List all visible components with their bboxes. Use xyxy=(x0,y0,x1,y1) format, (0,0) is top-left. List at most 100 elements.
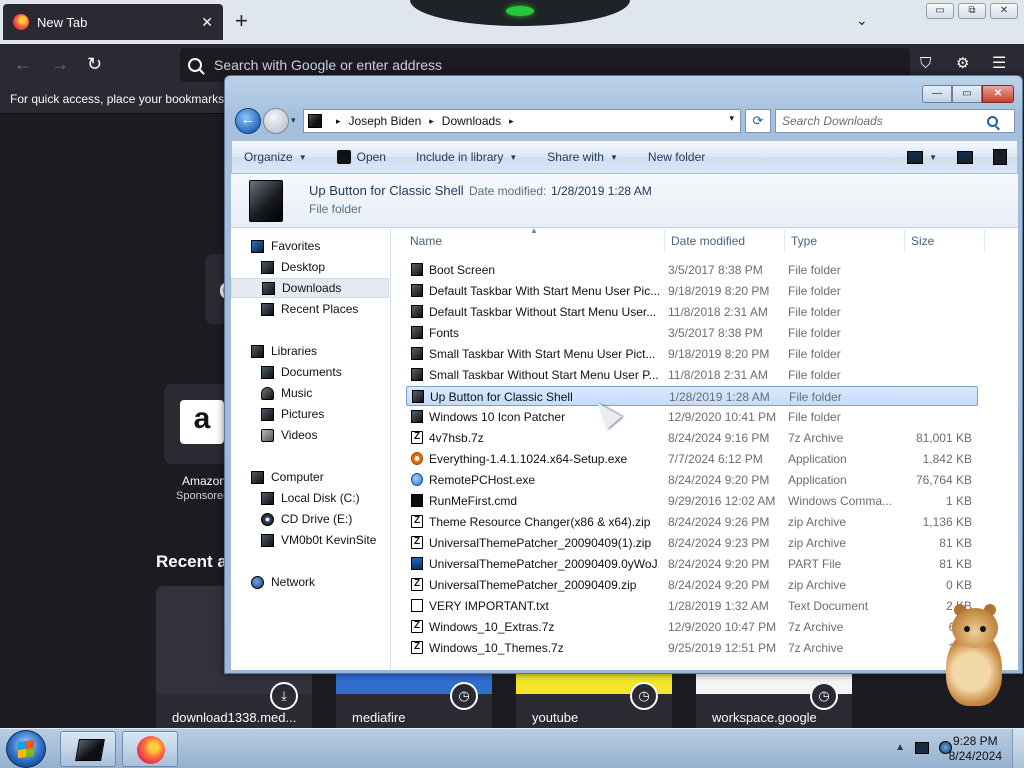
file-row[interactable]: Fonts 3/5/2017 8:38 PM File folder xyxy=(406,323,978,343)
column-divider[interactable] xyxy=(984,230,985,252)
file-row[interactable]: Default Taskbar Without Start Menu User.… xyxy=(406,302,978,322)
file-row[interactable]: Everything-1.4.1.1024.x64-Setup.exe 7/7/2… xyxy=(406,449,978,469)
breadcrumb-separator[interactable]: ▸ xyxy=(509,116,514,127)
maximize-button[interactable]: ▭ xyxy=(952,85,982,103)
file-row[interactable]: RemotePCHost.exe 8/24/2024 9:20 PM Applica… xyxy=(406,470,978,490)
address-dropdown-icon[interactable]: ▾ xyxy=(729,113,734,124)
date-modified-label: Date modified: xyxy=(469,184,547,198)
file-date: 12/9/2020 10:47 PM xyxy=(668,620,777,634)
date-modified-value: 1/28/2019 1:28 AM xyxy=(551,184,652,198)
nav-item-local-disk-c[interactable]: Local Disk (C:) xyxy=(231,488,389,508)
new-tab-button[interactable]: + xyxy=(235,10,248,32)
open-button[interactable]: Open xyxy=(336,150,386,164)
nav-item-downloads[interactable]: Downloads xyxy=(231,278,389,298)
nav-item-cd-drive-e[interactable]: CD Drive (E:) xyxy=(231,509,389,529)
nav-item-vm0b0t-kevinsite[interactable]: VM0b0t KevinSite xyxy=(231,530,389,550)
include-in-library-button[interactable]: Include in library ▼ xyxy=(416,150,517,164)
organize-button[interactable]: Organize ▼ xyxy=(244,150,307,164)
taskbar-firefox-button[interactable] xyxy=(122,731,178,767)
taskbar-explorer-button[interactable] xyxy=(60,731,116,767)
breadcrumb-separator[interactable]: ▸ xyxy=(429,116,434,127)
search-icon[interactable] xyxy=(987,115,998,127)
nav-item-computer[interactable]: Computer xyxy=(231,467,389,487)
file-row[interactable]: 4v7hsb.7z 8/24/2024 9:16 PM 7z Archive 81,0… xyxy=(406,428,978,448)
breadcrumb-downloads[interactable]: Downloads xyxy=(442,114,501,128)
preview-pane-icon[interactable] xyxy=(957,150,973,164)
file-row[interactable]: Windows_10_Themes.7z 9/25/2019 12:51 PM 7z… xyxy=(406,638,978,658)
theme-alien-decoration xyxy=(410,0,630,26)
nav-item-music[interactable]: Music xyxy=(231,383,389,403)
file-date: 9/29/2016 12:02 AM xyxy=(668,494,776,508)
file-row[interactable]: Small Taskbar Without Start Menu User P.… xyxy=(406,365,978,385)
nav-item-documents[interactable]: Documents xyxy=(231,362,389,382)
forward-button[interactable] xyxy=(263,108,289,134)
nav-item-libraries[interactable]: Libraries xyxy=(231,341,389,361)
extensions-icon[interactable]: ⚙ xyxy=(956,54,969,74)
minimize-button[interactable]: — xyxy=(922,85,952,103)
tab-close-icon[interactable]: ✕ xyxy=(201,14,213,31)
file-row[interactable]: Windows_10_Extras.7z 12/9/2020 10:47 PM 7z… xyxy=(406,617,978,637)
nav-item-desktop[interactable]: Desktop xyxy=(231,257,389,277)
recent-pages-chevron-icon[interactable]: ▾ xyxy=(291,115,296,126)
list-all-tabs-button[interactable]: ⌄ xyxy=(856,12,868,29)
file-row[interactable]: Boot Screen 3/5/2017 8:38 PM File folder xyxy=(406,260,978,280)
change-view-icon[interactable] xyxy=(907,150,924,164)
search-input[interactable] xyxy=(782,114,987,128)
nav-item-recent-places[interactable]: Recent Places xyxy=(231,299,389,319)
file-row[interactable]: Theme Resource Changer(x86 & x64).zip 8/2… xyxy=(406,512,978,532)
refresh-button[interactable]: ⟳ xyxy=(745,109,771,133)
help-icon[interactable] xyxy=(993,149,1007,165)
nav-item-pictures[interactable]: Pictures xyxy=(231,404,389,424)
taskbar-clock[interactable]: 9:28 PM 8/24/2024 xyxy=(949,734,1002,764)
minimize-button[interactable]: ▭ xyxy=(926,3,954,19)
column-divider[interactable] xyxy=(904,230,905,252)
action-center-icon[interactable] xyxy=(915,741,929,754)
url-input[interactable] xyxy=(214,57,814,73)
file-name: Windows 10 Icon Patcher xyxy=(429,410,566,424)
hamster-head xyxy=(952,608,998,648)
nav-item-videos[interactable]: Videos xyxy=(231,425,389,445)
restore-button[interactable]: ⧉ xyxy=(958,3,986,19)
file-row[interactable]: Small Taskbar With Start Menu User Pict.… xyxy=(406,344,978,364)
file-type: PART File xyxy=(788,557,842,571)
view-dropdown-arrow-icon[interactable]: ▼ xyxy=(929,153,937,162)
file-row[interactable]: Default Taskbar With Start Menu User Pic… xyxy=(406,281,978,301)
show-desktop-button[interactable] xyxy=(1012,729,1024,768)
file-row[interactable]: UniversalThemePatcher_20090409.zip 8/24/2… xyxy=(406,575,978,595)
file-row[interactable]: RunMeFirst.cmd 9/29/2016 12:02 AM Windows … xyxy=(406,491,978,511)
tab-new-tab[interactable]: New Tab ✕ xyxy=(3,4,223,40)
column-divider[interactable] xyxy=(784,230,785,252)
new-folder-button[interactable]: New folder xyxy=(648,150,705,164)
breadcrumb-joseph-biden[interactable]: Joseph Biden xyxy=(349,114,422,128)
column-divider[interactable] xyxy=(664,230,665,252)
file-size: 76,764 KB xyxy=(915,473,972,487)
clock-icon: ◷ xyxy=(630,682,658,710)
address-bar[interactable]: ▸ Joseph Biden ▸ Downloads ▸ ▾ xyxy=(303,109,741,133)
column-header-name[interactable]: Name xyxy=(410,228,442,254)
show-hidden-icons-icon[interactable]: ▲ xyxy=(895,742,905,753)
forward-arrow-icon[interactable]: → xyxy=(51,54,69,74)
share-with-button[interactable]: Share with ▼ xyxy=(547,150,618,164)
column-header-type[interactable]: Type xyxy=(791,228,817,254)
nav-item-label: Favorites xyxy=(271,239,321,253)
start-button[interactable] xyxy=(6,730,46,768)
clock-icon: ⤓ xyxy=(270,682,298,710)
file-row[interactable]: Windows 10 Icon Patcher 12/9/2020 10:41 P… xyxy=(406,407,978,427)
file-row[interactable]: Up Button for Classic Shell 1/28/2019 1:2… xyxy=(406,386,978,406)
column-header-date-modified[interactable]: Date modified xyxy=(671,228,745,254)
hamburger-menu-icon[interactable]: ☰ xyxy=(992,54,1006,74)
back-button[interactable]: ← xyxy=(235,108,261,134)
close-button[interactable]: ✕ xyxy=(990,3,1018,19)
file-row[interactable]: VERY IMPORTANT.txt 1/28/2019 1:32 AM Text … xyxy=(406,596,978,616)
search-downloads-box[interactable] xyxy=(775,109,1015,133)
column-header-size[interactable]: Size xyxy=(911,228,934,254)
file-row[interactable]: UniversalThemePatcher_20090409.0yWoJ... 8… xyxy=(406,554,978,574)
close-button[interactable]: ✕ xyxy=(982,85,1014,103)
reload-icon[interactable]: ↻ xyxy=(87,54,102,74)
breadcrumb-separator[interactable]: ▸ xyxy=(336,116,341,127)
nav-item-network[interactable]: Network xyxy=(231,572,389,592)
back-arrow-icon[interactable]: ← xyxy=(14,54,32,74)
file-row[interactable]: UniversalThemePatcher_20090409(1).zip 8/2… xyxy=(406,533,978,553)
pocket-icon[interactable]: ⛉ xyxy=(920,54,931,74)
nav-item-favorites[interactable]: Favorites xyxy=(231,236,389,256)
